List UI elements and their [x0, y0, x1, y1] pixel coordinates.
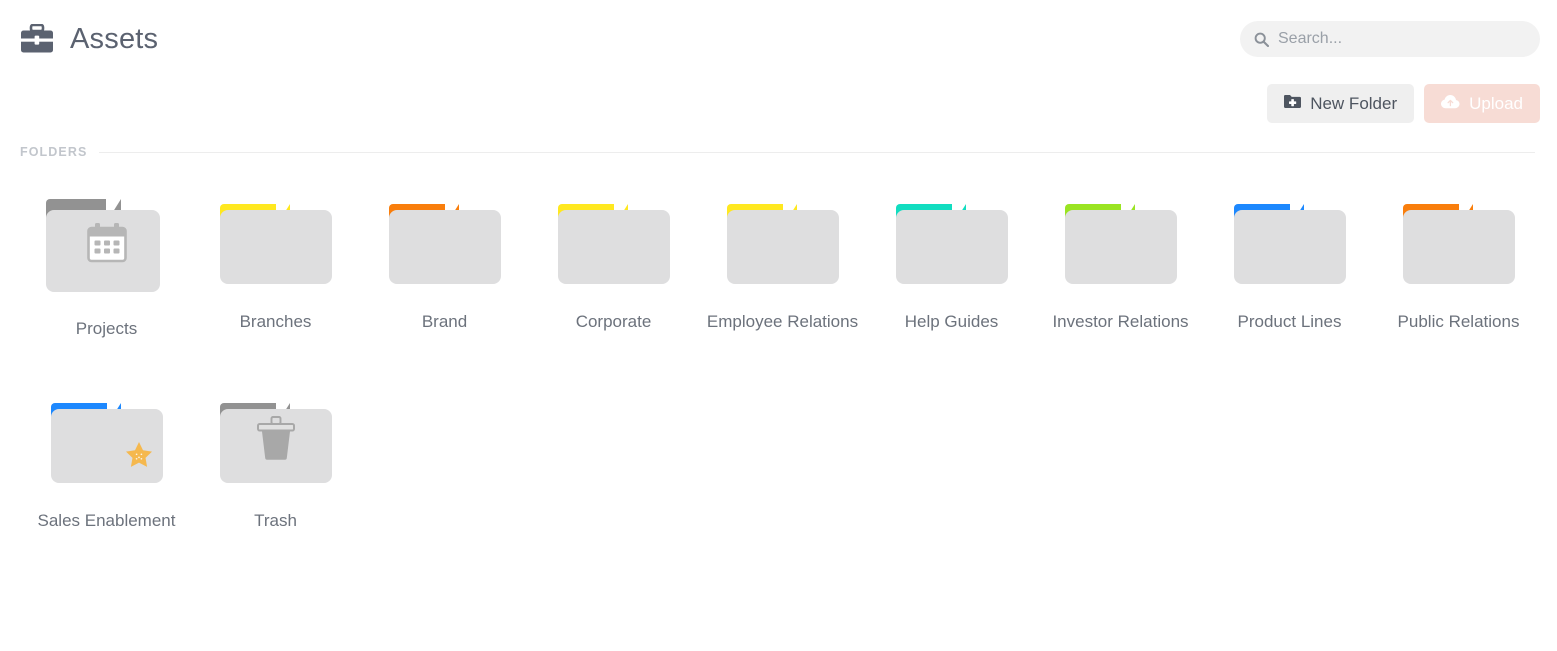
folder-plus-icon: [1284, 94, 1302, 114]
folder-label: Projects: [75, 319, 138, 338]
folder-body: [220, 210, 332, 284]
folder-body: [1403, 210, 1515, 284]
folder-item[interactable]: Corporate: [529, 190, 698, 341]
folder-label: Public Relations: [1397, 312, 1520, 331]
upload-button[interactable]: Upload: [1424, 84, 1540, 123]
folder-body: [1234, 210, 1346, 284]
upload-label: Upload: [1469, 93, 1523, 113]
calendar-icon: [84, 220, 130, 271]
folder-label: Branches: [239, 312, 312, 331]
trash-icon: [255, 415, 297, 467]
folder-item[interactable]: Help Guides: [867, 190, 1036, 341]
folder-label: Sales Enablement: [37, 511, 176, 530]
folder-label: Investor Relations: [1052, 312, 1189, 331]
folder-icon: [46, 190, 167, 297]
app-header: Assets: [0, 0, 1557, 78]
folder-icon: [726, 190, 839, 290]
section-divider: [99, 151, 1535, 153]
folder-body: [727, 210, 839, 284]
folder-label: Trash: [254, 511, 297, 530]
action-bar: New Folder Upload: [1267, 84, 1540, 123]
folder-label: Brand: [421, 312, 468, 331]
folder-icon: [219, 190, 332, 290]
folder-item[interactable]: Brand: [360, 190, 529, 341]
folder-item[interactable]: Public Relations: [1374, 190, 1543, 341]
folder-item[interactable]: Product Lines: [1205, 190, 1374, 341]
search-icon: [1254, 32, 1270, 47]
folder-item[interactable]: Trash: [191, 389, 360, 533]
cloud-upload-icon: [1441, 94, 1460, 114]
folder-label: Product Lines: [1237, 312, 1342, 331]
folder-body: [558, 210, 670, 284]
search-input[interactable]: [1278, 21, 1526, 57]
page-title: Assets: [70, 22, 159, 55]
folder-body: [896, 210, 1008, 284]
folder-item[interactable]: Branches: [191, 190, 360, 341]
folder-item[interactable]: Projects: [22, 190, 191, 341]
folder-icon: [388, 190, 501, 290]
new-folder-label: New Folder: [1310, 93, 1398, 113]
folder-icon: [219, 389, 332, 489]
new-folder-button[interactable]: New Folder: [1267, 84, 1415, 123]
folder-item[interactable]: Employee Relations: [698, 190, 867, 341]
folder-icon: [895, 190, 1008, 290]
folders-section-header: FOLDERS: [20, 145, 1535, 159]
folder-icon: [50, 389, 163, 489]
folder-body: [1065, 210, 1177, 284]
folder-icon: [1064, 190, 1177, 290]
briefcase-icon: [20, 23, 54, 54]
folder-grid: Projects Branches Brand Corporate Employee R…: [22, 190, 1535, 533]
folder-icon: [1233, 190, 1346, 290]
folder-item[interactable]: Investor Relations: [1036, 190, 1205, 341]
search-box[interactable]: [1240, 21, 1540, 57]
folder-label: Corporate: [575, 312, 652, 331]
section-label: FOLDERS: [20, 145, 88, 159]
folder-label: Employee Relations: [706, 312, 859, 331]
folder-icon: [557, 190, 670, 290]
folder-item[interactable]: Sales Enablement: [22, 389, 191, 533]
folder-label: Help Guides: [904, 312, 999, 331]
folder-icon: [1402, 190, 1515, 290]
brand: Assets: [20, 23, 158, 56]
star-badge-icon: [125, 441, 153, 473]
folder-body: [389, 210, 501, 284]
